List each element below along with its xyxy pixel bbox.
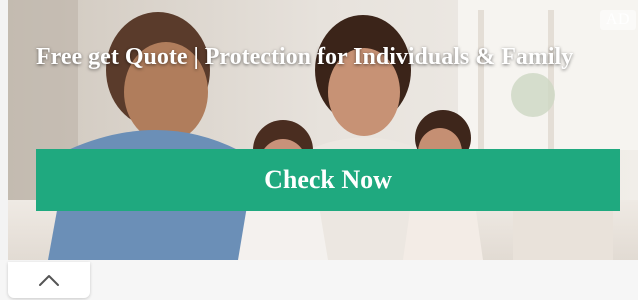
collapse-bar: [0, 260, 638, 300]
ad-photo: [8, 0, 638, 260]
collapse-ad-button[interactable]: [8, 262, 90, 298]
check-now-button[interactable]: Check Now: [36, 149, 620, 211]
page: AD Free get Quote | Protection for Indiv…: [0, 0, 638, 300]
ad-badge: AD: [599, 10, 636, 30]
ad-headline[interactable]: Free get Quote | Protection for Individu…: [36, 42, 596, 72]
chevron-up-icon: [39, 275, 59, 286]
ad-banner[interactable]: AD Free get Quote | Protection for Indiv…: [8, 0, 638, 260]
